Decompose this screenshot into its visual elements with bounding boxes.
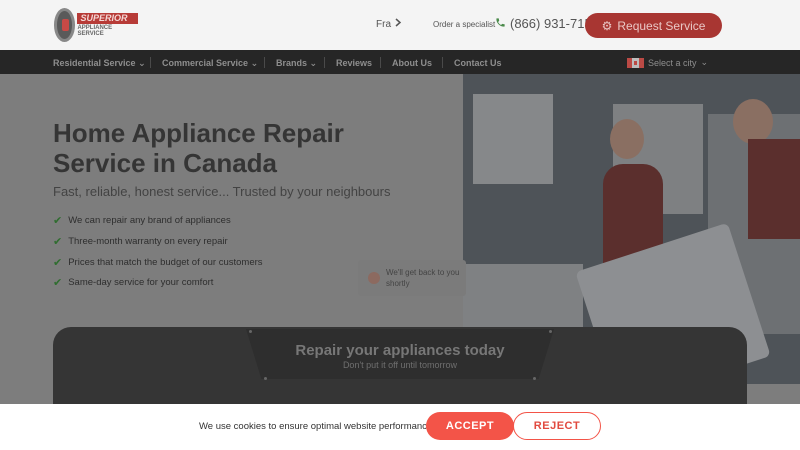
agent-avatar <box>368 272 380 284</box>
nav-divider <box>150 57 151 68</box>
chat-widget-text: We'll get back to you shortly <box>386 268 460 288</box>
rivet-dot <box>264 377 267 380</box>
logo-title: SUPERIOR <box>77 12 138 24</box>
phone-link[interactable]: (866) 931-7158 <box>495 16 599 31</box>
request-service-button[interactable]: ⚙ Request Service <box>585 13 722 38</box>
chevron-down-icon: ⌄ <box>309 58 318 68</box>
rivet-dot <box>249 330 252 333</box>
city-selector[interactable]: Select a city ⌄ <box>627 57 708 68</box>
nav-divider <box>442 57 443 68</box>
reject-cookies-button[interactable]: REJECT <box>513 412 601 440</box>
city-selector-label: Select a city <box>648 57 697 68</box>
chevron-down-icon: ⌄ <box>700 57 709 67</box>
nav-divider <box>264 57 265 68</box>
hero-subtitle: Fast, reliable, honest service... Truste… <box>53 184 391 199</box>
banner-subtitle: Don't put it off until tomorrow <box>342 360 458 370</box>
nav-item-brands[interactable]: Brands ⌄ <box>276 58 317 69</box>
gear-icon: ⚙ <box>601 18 613 33</box>
language-label: Fra <box>376 18 391 30</box>
chat-widget[interactable]: We'll get back to you shortly <box>358 260 466 296</box>
checkmark-icon: ✔ <box>53 236 63 248</box>
chevron-down-icon: ⌄ <box>138 58 146 68</box>
phone-icon <box>495 17 506 31</box>
checkmark-icon: ✔ <box>53 215 63 227</box>
nav-divider <box>380 57 381 68</box>
nav-item-residential-service[interactable]: Residential Service ⌄ <box>53 58 146 69</box>
nav-item-contact-us[interactable]: Contact Us <box>454 58 502 68</box>
order-specialist-label: Order a specialist <box>433 20 496 29</box>
feature-item: ✔ Three-month warranty on every repair <box>53 236 228 248</box>
page: SUPERIOR APPLIANCE SERVICE Fra Order a s… <box>0 0 800 450</box>
request-service-label: Request Service <box>617 18 706 33</box>
nav-item-commercial-service[interactable]: Commercial Service ⌄ <box>162 58 258 69</box>
chevron-right-icon <box>395 18 402 30</box>
technician-logo-icon <box>54 8 76 42</box>
hero-title: Home Appliance Repair Service in Canada <box>53 118 344 178</box>
feature-item: ✔ We can repair any brand of appliances <box>53 215 231 227</box>
rivet-dot <box>549 330 552 333</box>
feature-item: ✔ Prices that match the budget of our cus… <box>53 257 263 269</box>
banner-title: Repair your appliances today <box>295 342 505 359</box>
rivet-dot <box>533 377 536 380</box>
nav-divider <box>324 57 325 68</box>
site-logo[interactable]: SUPERIOR APPLIANCE SERVICE <box>54 6 138 44</box>
language-switch[interactable]: Fra <box>376 18 402 30</box>
checkmark-icon: ✔ <box>53 277 63 289</box>
nav-item-reviews[interactable]: Reviews <box>336 58 372 68</box>
accept-cookies-button[interactable]: ACCEPT <box>426 412 514 440</box>
feature-item: ✔ Same-day service for your comfort <box>53 277 214 289</box>
canada-flag-icon <box>627 57 644 68</box>
cookie-message: We use cookies to ensure optimal website… <box>199 421 433 432</box>
logo-subtitle: APPLIANCE SERVICE <box>77 24 113 37</box>
chevron-down-icon: ⌄ <box>250 58 259 68</box>
checkmark-icon: ✔ <box>53 257 63 269</box>
nav-item-about-us[interactable]: About Us <box>392 58 432 68</box>
